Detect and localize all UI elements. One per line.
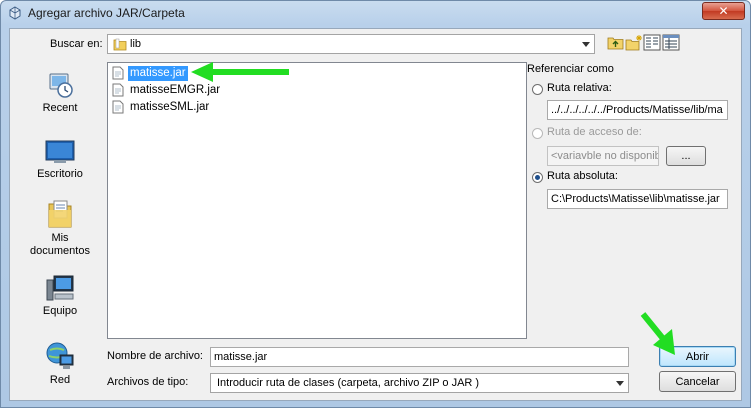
lookin-combo[interactable]: lib: [107, 34, 595, 54]
places-bar: Recent Escritorio Mis documentos Equipo …: [14, 59, 106, 399]
file-item[interactable]: matisseEMGR.jar: [112, 82, 222, 98]
documents-icon: [48, 200, 72, 228]
relative-path-label: Ruta relativa:: [547, 82, 612, 94]
window-title: Agregar archivo JAR/Carpeta: [28, 6, 185, 20]
reference-title: Referenciar como: [527, 63, 614, 75]
computer-icon: [46, 275, 74, 301]
place-documents[interactable]: Mis documentos: [14, 199, 106, 258]
place-label: Mis documentos: [30, 232, 90, 257]
list-view-icon[interactable]: [643, 34, 661, 51]
folder-icon: [113, 38, 127, 51]
java-cup-icon: [9, 6, 21, 20]
file-name: matisse.jar: [128, 65, 188, 81]
annotation-arrow-down-icon: [640, 312, 675, 355]
place-desktop[interactable]: Escritorio: [14, 139, 106, 181]
access-path-radio[interactable]: [532, 128, 543, 139]
up-folder-icon[interactable]: [607, 34, 625, 51]
file-name: matisseSML.jar: [130, 100, 210, 113]
chevron-down-icon[interactable]: [616, 381, 624, 386]
dialog-body: Buscar en: lib Recent Escritorio Mis doc…: [9, 28, 742, 401]
relative-path-radio[interactable]: [532, 84, 543, 95]
filename-input[interactable]: matisse.jar: [210, 347, 629, 367]
place-network[interactable]: Red: [14, 341, 106, 387]
relative-path-field[interactable]: ../../../../../../Products/Matisse/lib/m…: [547, 100, 728, 120]
title-bar[interactable]: Agregar archivo JAR/Carpeta ✕: [1, 1, 750, 25]
dialog-window: Agregar archivo JAR/Carpeta ✕ Buscar en:…: [0, 0, 751, 408]
lookin-label: Buscar en:: [50, 38, 103, 50]
filename-label: Nombre de archivo:: [107, 350, 203, 362]
place-recent[interactable]: Recent: [14, 71, 106, 115]
details-view-icon[interactable]: [662, 34, 680, 51]
desktop-icon: [45, 140, 75, 163]
browse-label: ...: [681, 150, 691, 162]
jar-file-icon: [112, 83, 124, 97]
absolute-path-field[interactable]: C:\Products\Matisse\lib\matisse.jar: [547, 189, 728, 209]
filetype-combo[interactable]: Introducir ruta de clases (carpeta, arch…: [210, 373, 629, 393]
annotation-arrow-left-icon: [191, 62, 289, 82]
close-button[interactable]: ✕: [702, 2, 745, 20]
filetype-value: Introducir ruta de clases (carpeta, arch…: [217, 377, 480, 389]
open-label: Abrir: [685, 350, 710, 363]
recent-icon: [49, 73, 73, 98]
file-item[interactable]: matisseSML.jar: [112, 99, 211, 115]
place-label: Recent: [42, 102, 78, 114]
jar-file-icon: [112, 100, 124, 114]
absolute-path-label: Ruta absoluta:: [547, 170, 618, 182]
place-label: Escritorio: [37, 168, 83, 180]
file-item[interactable]: matisse.jar: [112, 65, 188, 81]
network-icon: [46, 342, 74, 369]
place-label: Equipo: [42, 305, 78, 317]
close-icon: ✕: [718, 4, 729, 18]
cancel-label: Cancelar: [675, 375, 720, 388]
browse-variable-button[interactable]: ...: [666, 146, 706, 166]
place-computer[interactable]: Equipo: [14, 274, 106, 318]
absolute-path-radio[interactable]: [532, 172, 543, 183]
file-list[interactable]: matisse.jar matisseEMGR.jar matisseSML.j…: [107, 62, 527, 339]
access-path-field[interactable]: <variavble no disponible>: [547, 146, 659, 166]
filetype-label: Archivos de tipo:: [107, 376, 189, 388]
new-folder-icon[interactable]: [625, 34, 643, 51]
jar-file-icon: [112, 66, 124, 80]
access-path-label: Ruta de acceso de:: [547, 126, 642, 138]
lookin-value: lib: [130, 38, 142, 50]
cancel-button[interactable]: Cancelar: [659, 371, 736, 392]
file-name: matisseEMGR.jar: [130, 83, 221, 96]
chevron-down-icon[interactable]: [582, 42, 590, 47]
place-label: Red: [49, 374, 71, 386]
